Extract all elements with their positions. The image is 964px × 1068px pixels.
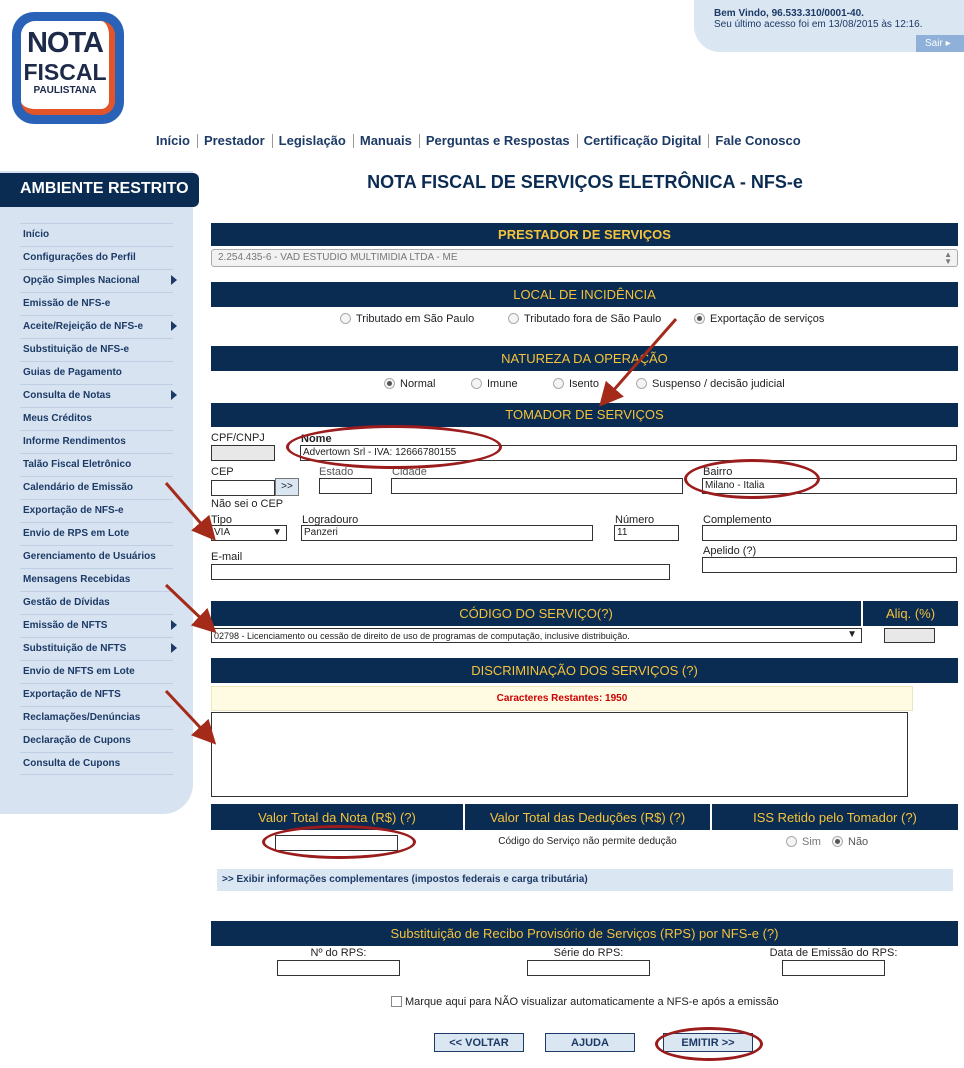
arrow-to-tipo bbox=[164, 482, 216, 541]
arrow-to-codigo bbox=[164, 583, 217, 634]
arrow-to-discriminacao bbox=[164, 689, 217, 745]
annotation-arrows bbox=[164, 318, 678, 745]
arrow-to-tomador bbox=[599, 318, 678, 407]
